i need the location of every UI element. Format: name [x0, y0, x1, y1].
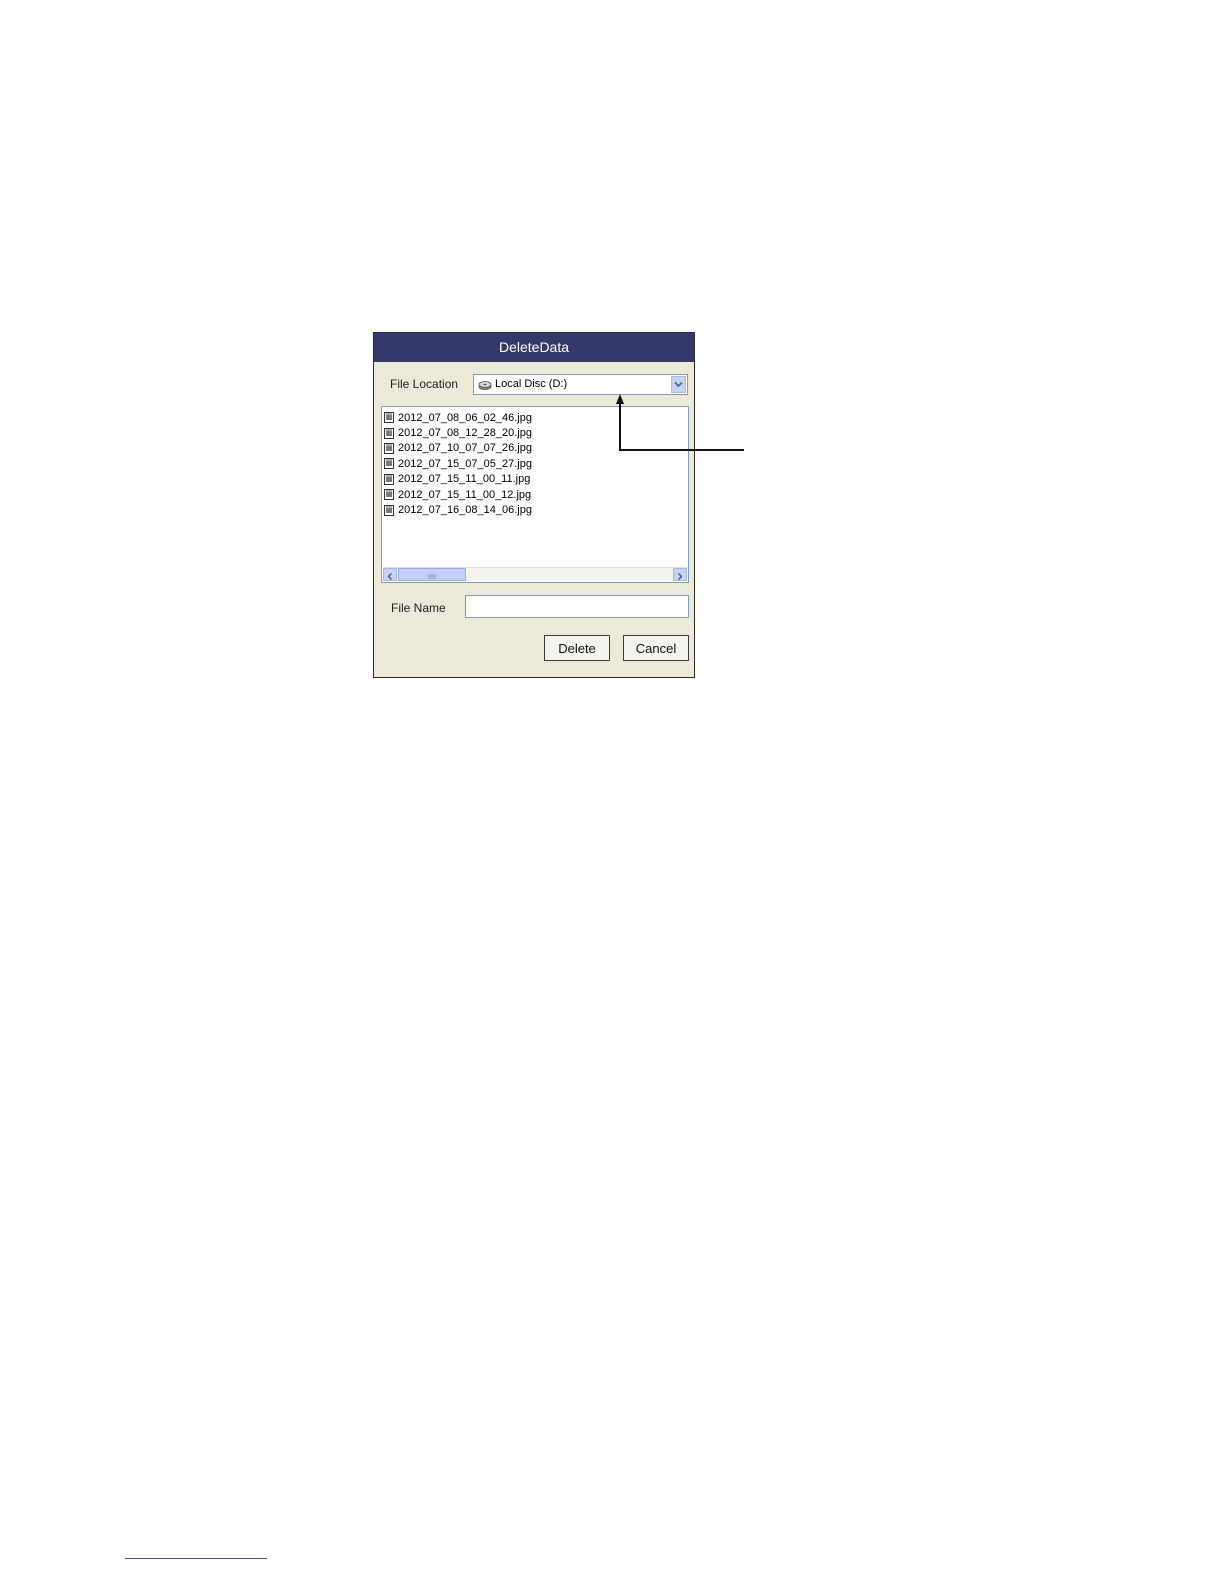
file-list-item-name: 2012_07_16_08_14_06.jpg — [398, 504, 532, 517]
horizontal-scrollbar[interactable] — [383, 567, 687, 581]
callout-leader-line — [616, 394, 744, 451]
image-file-icon — [384, 473, 394, 485]
file-list-item[interactable]: 2012_07_08_06_02_46.jpg — [384, 410, 532, 425]
dropdown-button[interactable] — [671, 376, 686, 393]
grip-icon — [428, 574, 436, 579]
chevron-down-icon — [674, 381, 683, 388]
file-list-item[interactable]: 2012_07_16_08_14_06.jpg — [384, 502, 532, 517]
image-file-icon — [384, 442, 394, 454]
file-list-item-name: 2012_07_08_12_28_20.jpg — [398, 427, 532, 440]
file-list-item[interactable]: 2012_07_08_12_28_20.jpg — [384, 425, 532, 440]
image-file-icon — [384, 412, 394, 424]
chevron-right-icon — [677, 572, 683, 581]
delete-data-dialog: DeleteData File Location Local Disc (D:)… — [373, 332, 695, 678]
hard-drive-icon — [478, 381, 492, 390]
file-list[interactable]: 2012_07_08_06_02_46.jpg 2012_07_08_12_28_… — [381, 406, 689, 583]
scroll-left-button[interactable] — [383, 568, 397, 581]
image-file-icon — [384, 458, 394, 470]
footnote-separator — [125, 1558, 267, 1559]
chevron-left-icon — [387, 572, 393, 581]
cancel-button[interactable]: Cancel — [623, 635, 689, 661]
file-list-item-name: 2012_07_15_07_05_27.jpg — [398, 457, 532, 470]
file-list-item[interactable]: 2012_07_15_11_00_12.jpg — [384, 487, 532, 502]
file-list-item[interactable]: 2012_07_15_07_05_27.jpg — [384, 456, 532, 471]
file-list-item-name: 2012_07_08_06_02_46.jpg — [398, 411, 532, 424]
file-name-label: File Name — [391, 601, 446, 615]
file-rows: 2012_07_08_06_02_46.jpg 2012_07_08_12_28_… — [384, 410, 532, 518]
file-name-input[interactable] — [465, 595, 689, 618]
file-list-item[interactable]: 2012_07_10_07_07_26.jpg — [384, 441, 532, 456]
image-file-icon — [384, 427, 394, 439]
delete-button[interactable]: Delete — [544, 635, 610, 661]
scroll-right-button[interactable] — [673, 568, 687, 581]
file-list-item-name: 2012_07_15_11_00_12.jpg — [398, 488, 532, 501]
scroll-thumb[interactable] — [398, 568, 466, 581]
file-location-value: Local Disc (D:) — [495, 378, 568, 390]
image-file-icon — [384, 504, 394, 516]
file-location-dropdown[interactable]: Local Disc (D:) — [473, 374, 688, 395]
image-file-icon — [384, 489, 394, 501]
file-list-item[interactable]: 2012_07_15_11_00_11.jpg — [384, 472, 532, 487]
dialog-title: DeleteData — [374, 333, 694, 362]
file-location-label: File Location — [390, 377, 459, 391]
file-list-item-name: 2012_07_10_07_07_26.jpg — [398, 442, 532, 455]
file-list-item-name: 2012_07_15_11_00_11.jpg — [398, 473, 531, 486]
